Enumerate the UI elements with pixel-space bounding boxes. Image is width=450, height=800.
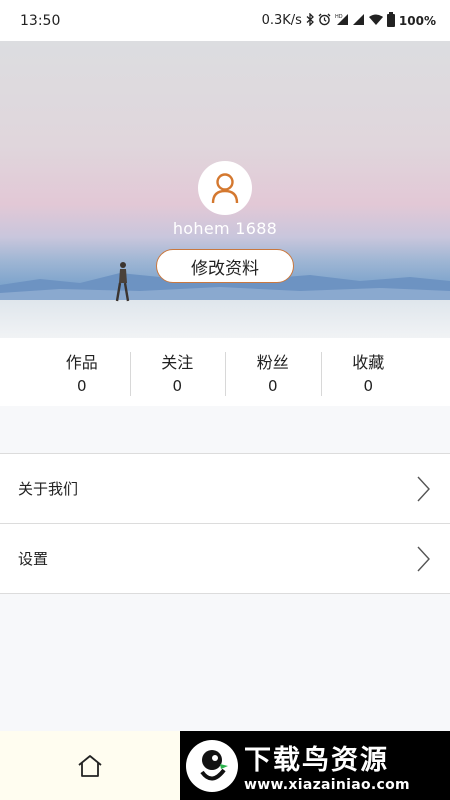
stat-value: 0 (363, 377, 374, 395)
alarm-icon (318, 13, 331, 28)
status-bar: 13:50 0.3K/s HD 100% (0, 0, 450, 41)
battery-icon (386, 12, 395, 27)
menu-item-about-us[interactable]: 关于我们 (0, 454, 450, 524)
watermark-url: www.xiazainiao.com (244, 777, 410, 793)
battery-level: 100% (398, 13, 436, 28)
menu-item-settings[interactable]: 设置 (0, 524, 450, 594)
stat-following[interactable]: 关注 0 (129, 338, 226, 406)
stat-value: 0 (267, 377, 278, 395)
stat-followers[interactable]: 粉丝 0 (225, 338, 321, 406)
watermark-banner: 下载鸟资源 www.xiazainiao.com (180, 731, 450, 800)
edit-profile-button[interactable]: 修改资料 (156, 249, 294, 283)
user-icon (211, 173, 239, 204)
status-icons: 0.3K/s HD 100% (261, 12, 436, 28)
chevron-right-icon (417, 546, 430, 571)
stat-label: 关注 (161, 353, 194, 372)
watermark-text: 下载鸟资源 www.xiazainiao.com (244, 738, 410, 793)
net-speed: 0.3K/s (261, 13, 302, 28)
hd-signal-icon: HD (335, 13, 349, 28)
watermark-logo (186, 739, 238, 792)
stat-works[interactable]: 作品 0 (34, 338, 130, 406)
profile-header: hohem 1688 修改资料 (0, 41, 450, 338)
status-time: 13:50 (20, 12, 61, 29)
stat-label: 作品 (65, 353, 98, 372)
stat-value: 0 (76, 377, 87, 395)
stat-value: 0 (172, 377, 183, 395)
wifi-icon (368, 14, 383, 28)
settings-menu: 关于我们 设置 (0, 453, 450, 594)
home-icon (78, 754, 102, 777)
nav-home-tab[interactable] (0, 731, 180, 800)
stat-favorites[interactable]: 收藏 0 (320, 338, 417, 406)
watermark-title: 下载鸟资源 (244, 745, 389, 776)
signal-icon (352, 13, 365, 28)
stats-row: 作品 0 关注 0 粉丝 0 收藏 0 (0, 338, 450, 406)
svg-text:HD: HD (335, 14, 343, 20)
stat-label: 粉丝 (256, 353, 289, 372)
avatar[interactable] (198, 161, 252, 215)
walking-person (115, 262, 130, 302)
background-ground (0, 300, 450, 338)
chevron-right-icon (417, 476, 430, 501)
stat-label: 收藏 (352, 353, 385, 372)
menu-item-label: 设置 (18, 550, 49, 568)
menu-item-label: 关于我们 (18, 480, 79, 498)
bottom-nav: 下载鸟资源 www.xiazainiao.com (0, 731, 450, 800)
bluetooth-icon (306, 12, 314, 28)
username: hohem 1688 (172, 219, 278, 238)
